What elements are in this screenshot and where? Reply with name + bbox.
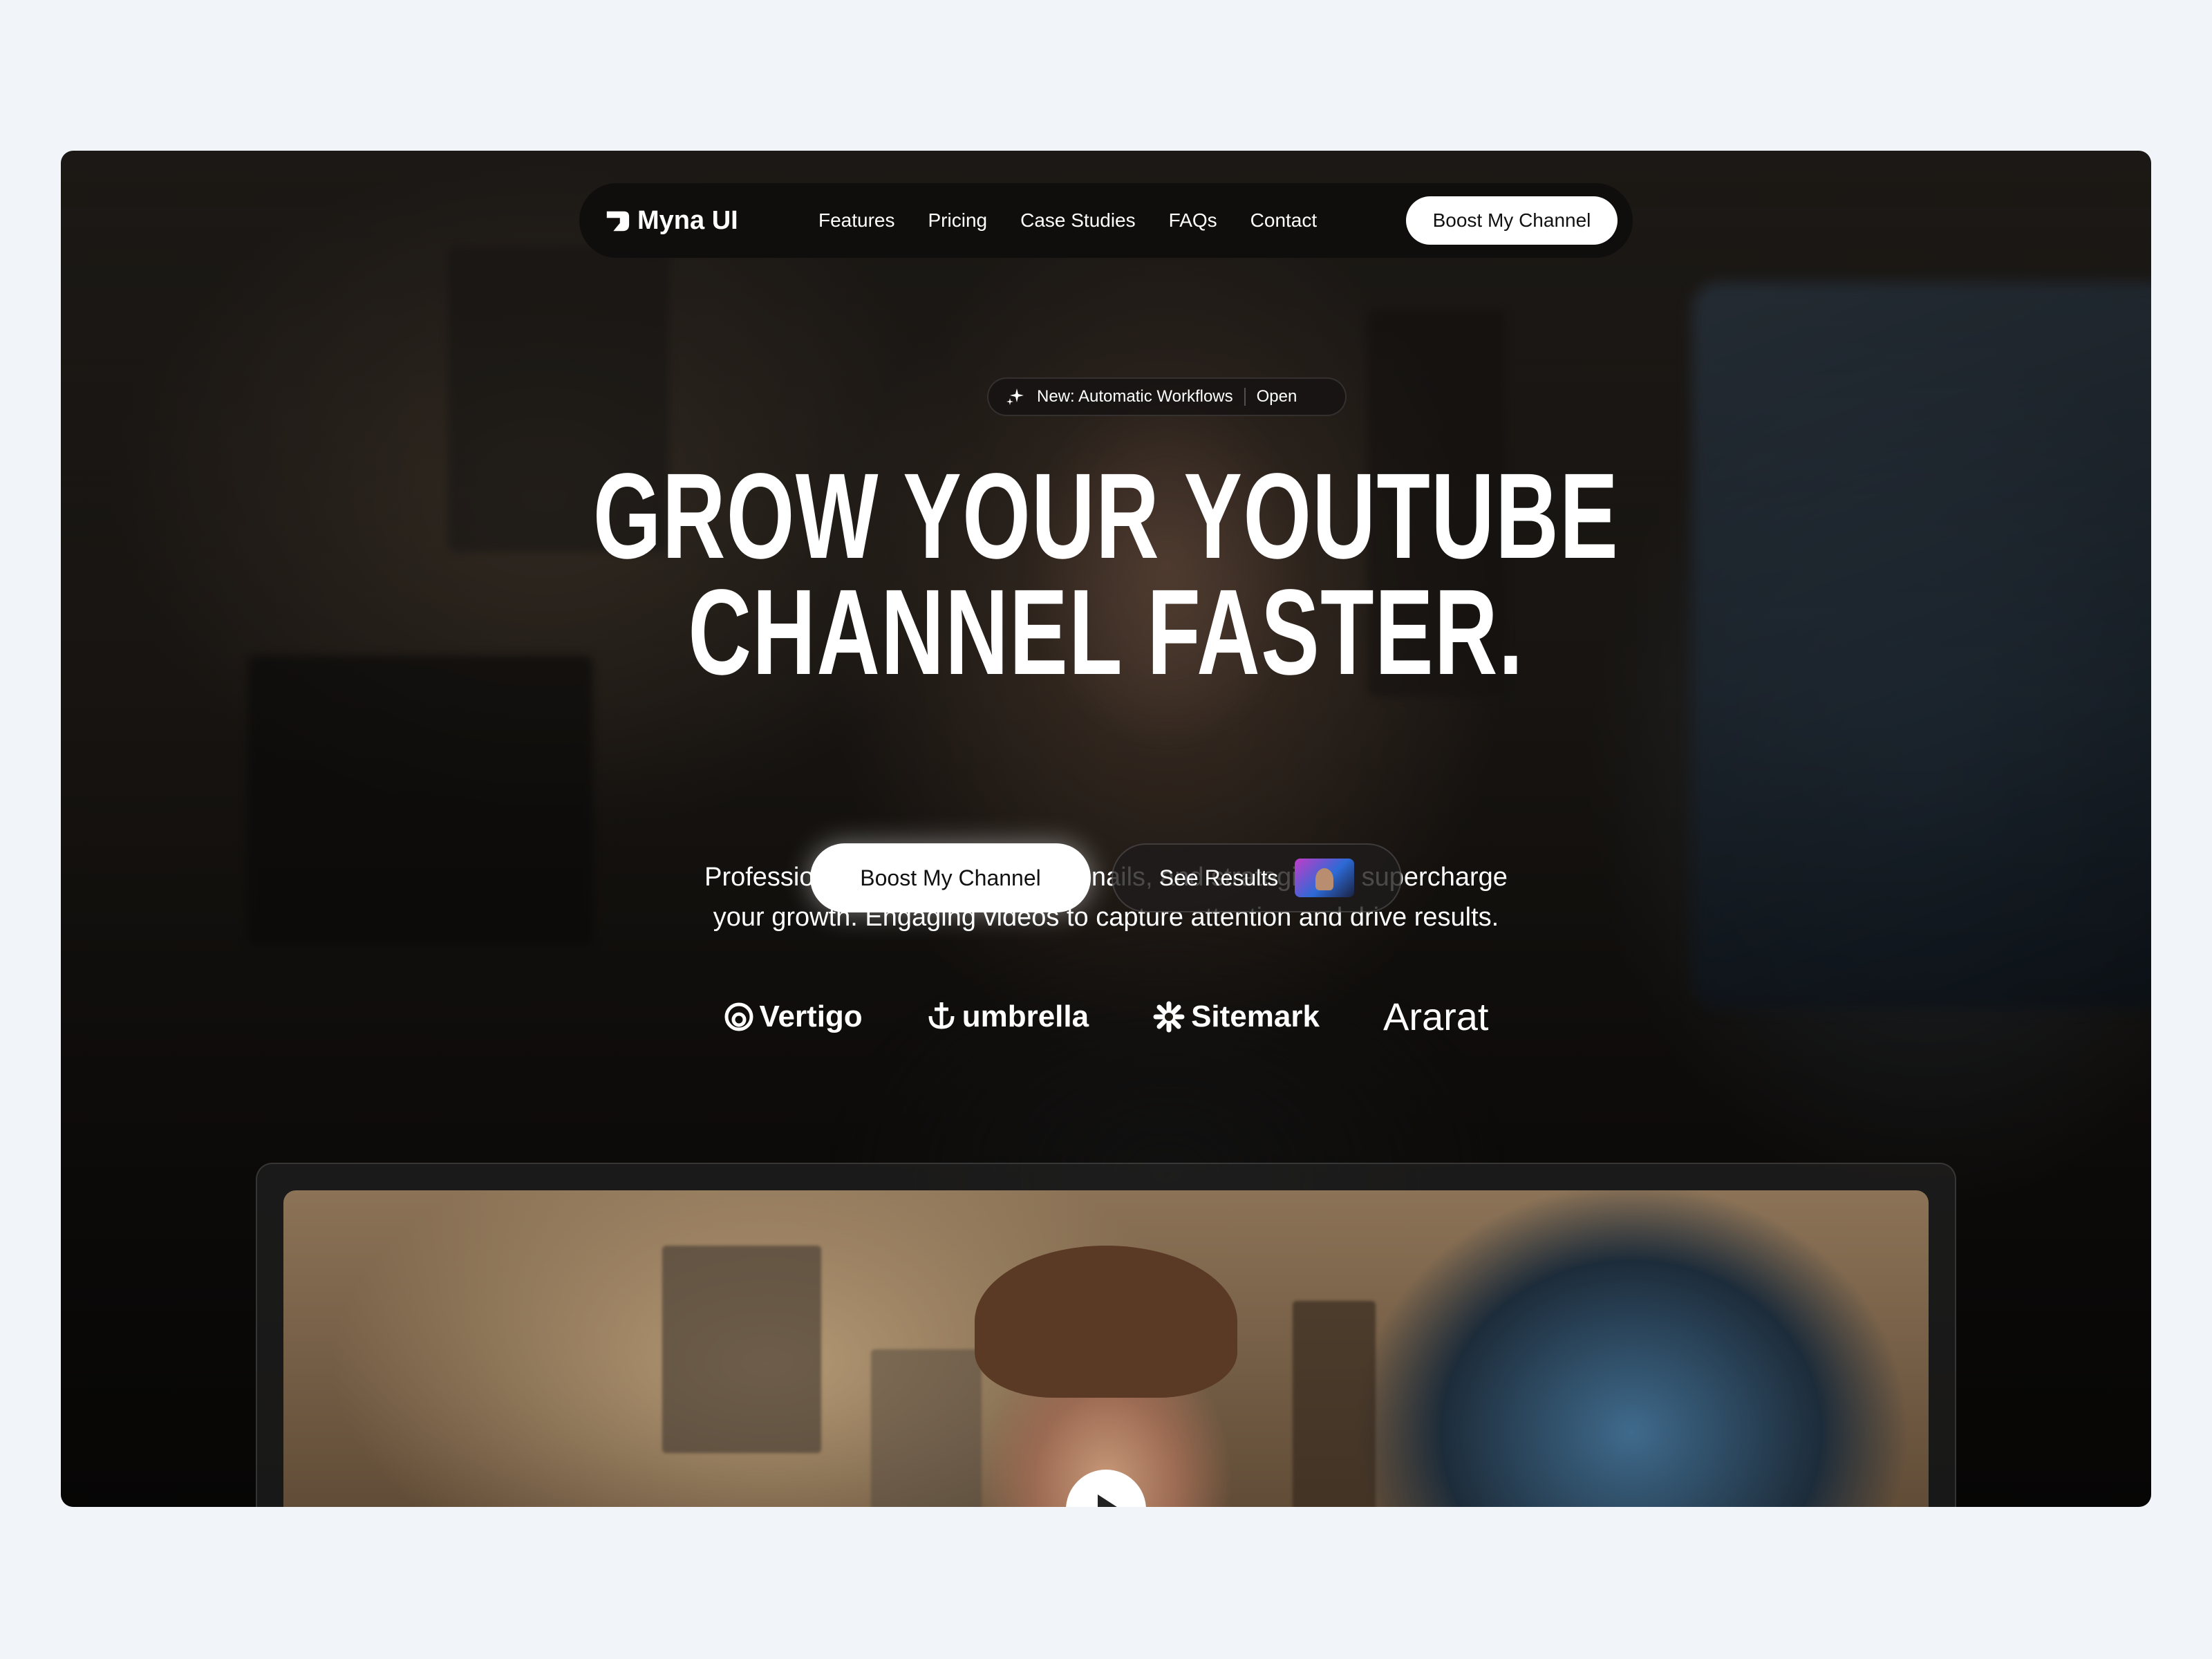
headline-line-1: GROW YOUR YOUTUBE (592, 449, 1620, 584)
see-results-label: See Results (1159, 865, 1279, 890)
video-door (1293, 1301, 1376, 1507)
video-wall-picture-small (871, 1349, 982, 1507)
badge-divider (1244, 388, 1246, 406)
sparkle-icon (1006, 388, 1024, 405)
headline-line-2: CHANNEL FASTER. (688, 565, 1524, 700)
nav-boost-button[interactable]: Boost My Channel (1406, 196, 1618, 245)
top-nav: Myna UI Features Pricing Case Studies FA… (579, 183, 1633, 258)
play-icon (1098, 1494, 1121, 1507)
logo[interactable]: Myna UI (604, 206, 784, 236)
see-results-button[interactable]: See Results (1112, 843, 1402, 912)
subtext-line-1: Professional video editing, thumbnails, … (704, 863, 1508, 892)
myna-logo-icon (606, 211, 630, 232)
video-wall-picture (662, 1246, 821, 1453)
brand-vertigo: Vertigo (724, 994, 863, 1039)
subtext-line-2: your growth. Engaging videos to capture … (713, 903, 1499, 932)
results-thumbnail (1295, 859, 1355, 897)
umbrella-logo-icon (928, 1002, 955, 1029)
vertigo-logo-icon (724, 1002, 753, 1031)
nav-link-features[interactable]: Features (818, 209, 895, 232)
brand-logos: Vertigo umbrella Sitemark Ararat (61, 994, 2151, 1039)
nav-link-case-studies[interactable]: Case Studies (1020, 209, 1136, 232)
hero-headline: GROW YOUR YOUTUBE CHANNEL FASTER. (353, 449, 1858, 700)
brand-sitemark: Sitemark (1152, 994, 1320, 1039)
nav-links: Features Pricing Case Studies FAQs Conta… (818, 209, 1317, 232)
video-person (975, 1246, 1237, 1398)
brand-umbrella: umbrella (926, 994, 1089, 1039)
announcement-badge[interactable]: New: Automatic Workflows Open (987, 377, 1347, 416)
nav-link-contact[interactable]: Contact (1250, 209, 1318, 232)
brand-umbrella-name: umbrella (962, 999, 1089, 1033)
logo-text: Myna UI (637, 205, 738, 235)
brand-ararat: Ararat (1383, 994, 1489, 1039)
sitemark-logo-icon (1153, 1001, 1185, 1032)
nav-link-faqs[interactable]: FAQs (1169, 209, 1217, 232)
hero-subtext: Professional video editing, thumbnails, … (61, 857, 2151, 937)
boost-channel-button[interactable]: Boost My Channel (810, 843, 1091, 912)
brand-vertigo-name: Vertigo (759, 999, 863, 1033)
video-preview[interactable] (283, 1190, 1929, 1507)
badge-open-link[interactable]: Open (1257, 387, 1297, 406)
brand-sitemark-name: Sitemark (1191, 999, 1320, 1033)
nav-link-pricing[interactable]: Pricing (928, 209, 988, 232)
play-button[interactable] (1066, 1470, 1146, 1507)
brand-ararat-name: Ararat (1382, 995, 1489, 1038)
badge-text: New: Automatic Workflows (1037, 387, 1233, 406)
hero-section: Myna UI Features Pricing Case Studies FA… (61, 151, 2151, 1507)
